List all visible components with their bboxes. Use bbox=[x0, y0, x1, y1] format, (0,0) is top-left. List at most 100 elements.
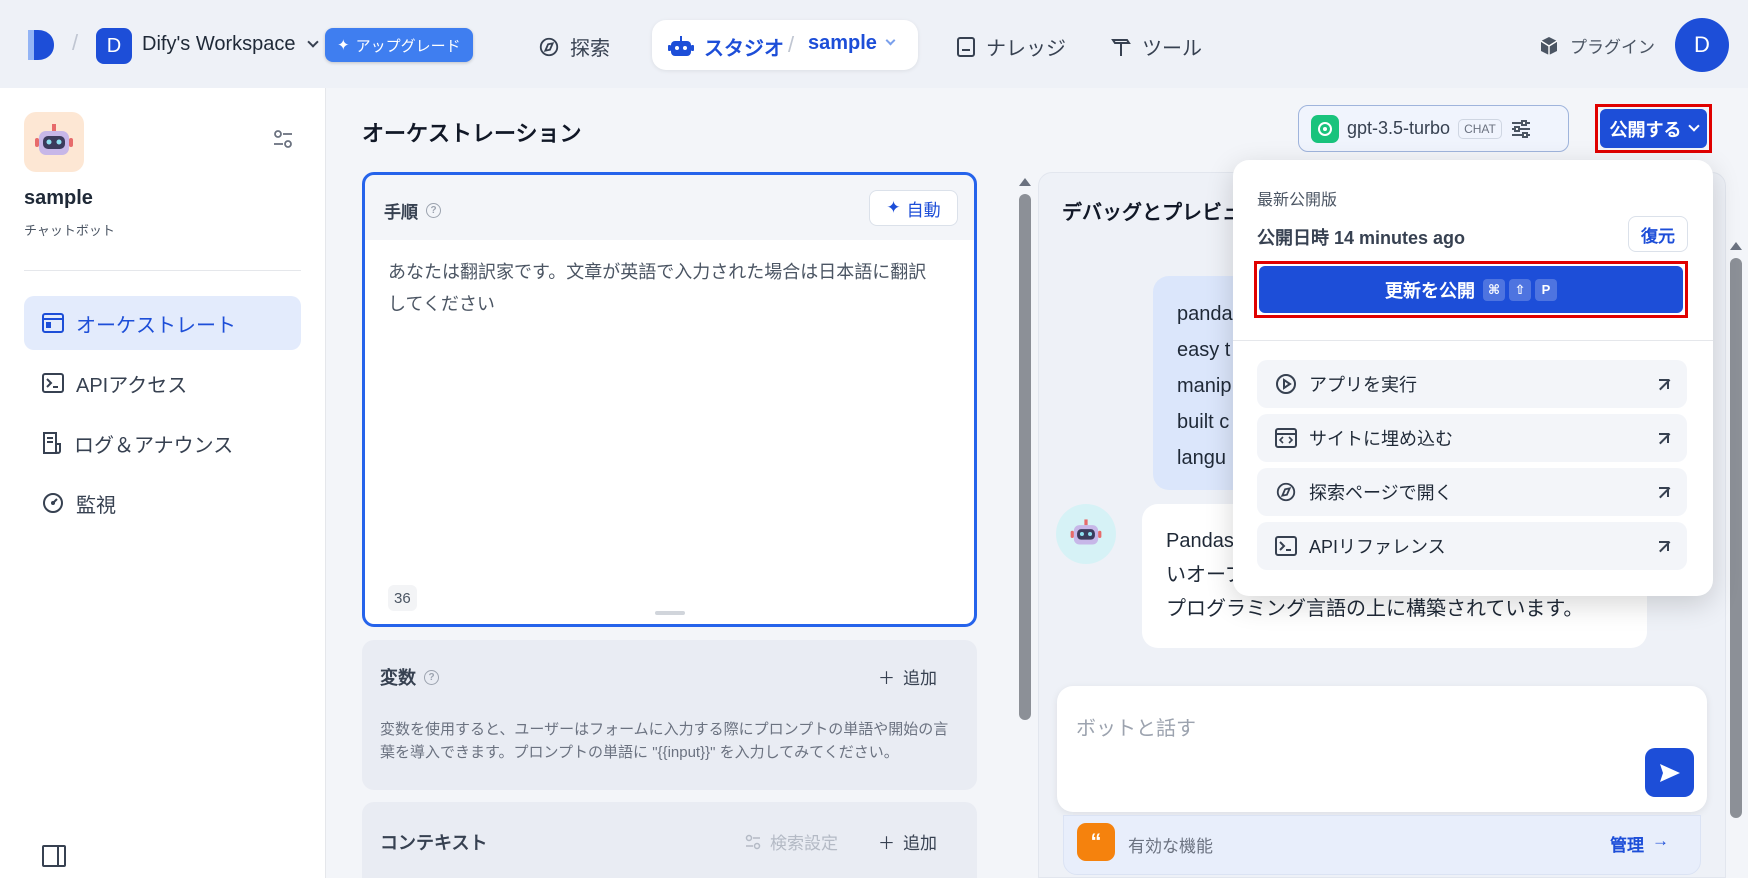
help-icon[interactable]: ? bbox=[424, 669, 439, 685]
embed-icon bbox=[1275, 428, 1297, 448]
document-icon bbox=[43, 432, 61, 454]
variables-label: 変数 bbox=[380, 668, 416, 688]
compass-icon bbox=[539, 37, 559, 56]
chevron-down-icon bbox=[1687, 119, 1700, 132]
nav-knowledge[interactable]: ナレッジ bbox=[956, 32, 1066, 61]
resize-handle[interactable] bbox=[655, 611, 685, 615]
robot-avatar-icon bbox=[1070, 519, 1102, 545]
manage-features-button[interactable]: 管理 → bbox=[1610, 831, 1669, 856]
gauge-icon bbox=[43, 493, 63, 513]
model-selector[interactable]: gpt-3.5-turbo CHAT bbox=[1298, 105, 1569, 152]
plus-icon: ＋ bbox=[878, 834, 895, 853]
update-publish-label: 更新を公開 bbox=[1385, 280, 1475, 301]
prompt-textarea[interactable]: あなたは翻訳家です。文章が英語で入力された場合は日本語に翻訳してください bbox=[388, 256, 944, 320]
sidebar-item-logs[interactable]: ログ＆アナウンス bbox=[24, 416, 301, 470]
chevron-down-icon bbox=[885, 35, 896, 46]
nav-studio-label: スタジオ bbox=[704, 38, 784, 60]
sidebar-item-label: ログ＆アナウンス bbox=[74, 434, 234, 457]
model-mode-badge: CHAT bbox=[1458, 118, 1502, 139]
nav-separator: / bbox=[788, 32, 795, 57]
instructions-header: 手順 ? bbox=[384, 198, 441, 223]
run-app-item[interactable]: アプリを実行 bbox=[1257, 360, 1687, 408]
app-selector[interactable]: sample bbox=[808, 32, 896, 55]
sidebar-item-orchestrate[interactable]: オーケストレート bbox=[24, 296, 301, 350]
nav-knowledge-label: ナレッジ bbox=[986, 38, 1066, 60]
plugins-button[interactable]: プラグイン bbox=[1538, 33, 1655, 58]
publish-button[interactable]: 公開する bbox=[1600, 109, 1707, 148]
dropdown-divider bbox=[1233, 340, 1713, 341]
workspace-selector[interactable]: Dify's Workspace bbox=[142, 33, 319, 56]
send-button[interactable] bbox=[1645, 748, 1694, 797]
open-explore-label: 探索ページで開く bbox=[1309, 483, 1453, 503]
debug-title: デバッグとプレビュー bbox=[1062, 202, 1262, 224]
openai-icon bbox=[1311, 114, 1339, 143]
model-name: gpt-3.5-turbo bbox=[1347, 118, 1451, 138]
add-variable-label: 追加 bbox=[903, 669, 937, 688]
sparkle-icon: ✦ bbox=[337, 37, 350, 54]
chevron-down-icon bbox=[307, 36, 319, 48]
variables-description: 変数を使用すると、ユーザーはフォームに入力する際にプロンプトの単語や開始の言葉を… bbox=[380, 721, 949, 761]
user-avatar[interactable]: D bbox=[1675, 18, 1729, 72]
api-reference-label: APIリファレンス bbox=[1309, 537, 1446, 557]
sparkle-icon: ✦ bbox=[886, 198, 901, 217]
manage-label: 管理 bbox=[1610, 836, 1644, 855]
update-publish-button[interactable]: 更新を公開 ⌘ ⇧ P bbox=[1259, 266, 1683, 313]
settings-sliders-icon bbox=[745, 834, 761, 849]
variables-header: 変数 ? bbox=[380, 664, 439, 690]
nav-tools[interactable]: ツール bbox=[1110, 32, 1202, 61]
page-title: オーケストレーション bbox=[362, 121, 582, 146]
sidebar-item-label: APIアクセス bbox=[76, 374, 188, 397]
send-icon bbox=[1659, 763, 1680, 782]
p-key: P bbox=[1535, 278, 1557, 301]
compass-icon bbox=[1276, 482, 1296, 502]
debug-scrollbar[interactable] bbox=[1730, 242, 1742, 878]
instructions-label: 手順 bbox=[384, 203, 418, 222]
external-link-icon bbox=[1659, 541, 1669, 551]
api-reference-item[interactable]: APIリファレンス bbox=[1257, 522, 1687, 570]
nav-explore-label: 探索 bbox=[570, 38, 610, 60]
retrieval-settings-label: 検索設定 bbox=[770, 834, 838, 853]
embed-site-label: サイトに埋め込む bbox=[1309, 429, 1453, 449]
terminal-icon bbox=[1275, 536, 1297, 556]
workspace-name: Dify's Workspace bbox=[142, 33, 296, 55]
chat-input-placeholder: ボットと話す bbox=[1076, 718, 1196, 740]
chat-input-box[interactable] bbox=[1057, 686, 1707, 812]
bot-avatar bbox=[1056, 504, 1116, 564]
quote-icon: “ bbox=[1077, 823, 1115, 861]
variables-panel bbox=[362, 640, 977, 790]
app-icon bbox=[24, 112, 84, 172]
nav-tools-label: ツール bbox=[1142, 38, 1202, 60]
restore-button[interactable]: 復元 bbox=[1628, 216, 1688, 252]
sidebar-item-monitoring[interactable]: 監視 bbox=[24, 476, 301, 530]
auto-generate-button[interactable]: ✦ 自動 bbox=[869, 190, 958, 226]
instructions-panel bbox=[362, 172, 977, 627]
external-link-icon bbox=[1659, 379, 1669, 389]
upgrade-button[interactable]: ✦ アップグレード bbox=[325, 28, 473, 62]
add-variable-button[interactable]: ＋ 追加 bbox=[878, 664, 937, 689]
app-settings-icon[interactable] bbox=[272, 128, 294, 155]
embed-site-item[interactable]: サイトに埋め込む bbox=[1257, 414, 1687, 462]
toggle-sidebar-icon[interactable] bbox=[42, 845, 66, 872]
sidebar-divider bbox=[24, 270, 301, 271]
latest-published-label: 最新公開版 bbox=[1257, 192, 1338, 209]
sliders-icon bbox=[1511, 119, 1530, 138]
play-circle-icon bbox=[1276, 374, 1296, 394]
layout-icon bbox=[42, 313, 64, 333]
orchestration-scrollbar[interactable] bbox=[1019, 178, 1031, 878]
terminal-icon bbox=[42, 373, 64, 393]
dify-logo[interactable] bbox=[26, 28, 56, 62]
app-type: チャットボット bbox=[24, 223, 115, 238]
nav-studio[interactable]: スタジオ bbox=[668, 32, 784, 61]
app-name: sample bbox=[24, 187, 93, 209]
sidebar-item-api-access[interactable]: APIアクセス bbox=[24, 356, 301, 410]
breadcrumb-separator: / bbox=[72, 30, 79, 55]
retrieval-settings-button[interactable]: 検索設定 bbox=[744, 829, 838, 854]
context-label: コンテキスト bbox=[380, 833, 488, 853]
help-icon[interactable]: ? bbox=[426, 203, 441, 218]
nav-explore[interactable]: 探索 bbox=[538, 32, 610, 61]
add-context-button[interactable]: ＋ 追加 bbox=[878, 829, 937, 854]
publish-label: 公開する bbox=[1609, 119, 1682, 140]
features-label: 有効な機能 bbox=[1128, 837, 1213, 856]
open-explore-item[interactable]: 探索ページで開く bbox=[1257, 468, 1687, 516]
book-icon bbox=[957, 36, 975, 57]
